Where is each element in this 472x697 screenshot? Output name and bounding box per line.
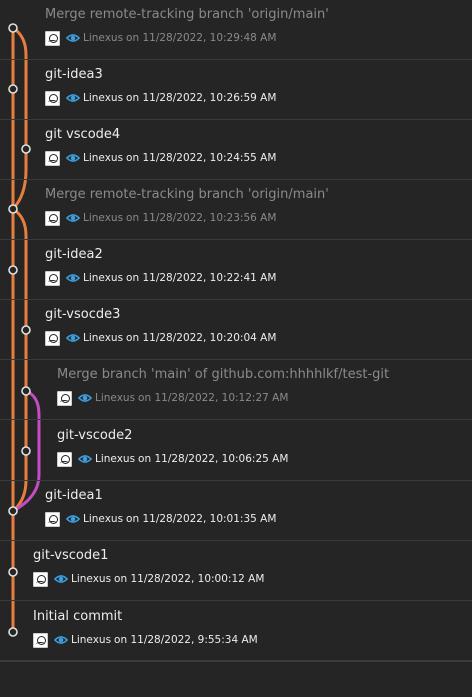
commit-date: on 11/28/2022, 10:24:55 AM: [126, 152, 277, 164]
eye-icon: [66, 34, 80, 42]
commit-row[interactable]: git-vsocde3 Linexus on 11/28/2022, 10:20:0…: [0, 300, 472, 360]
commit-row[interactable]: git-idea2 Linexus on 11/28/2022, 10:22:41 …: [0, 240, 472, 300]
commit-row[interactable]: git-vscode1 Linexus on 11/28/2022, 10:00:1…: [0, 541, 472, 601]
avatar: [45, 150, 60, 166]
commit-meta: Linexus on 11/28/2022, 10:29:48 AM: [45, 29, 276, 47]
commit-meta: Linexus on 11/28/2022, 9:55:34 AM: [33, 631, 258, 649]
commit-date: on 11/28/2022, 9:55:34 AM: [114, 634, 258, 646]
commit-author: Linexus: [83, 332, 124, 344]
commit-row[interactable]: Merge remote-tracking branch 'origin/mai…: [0, 180, 472, 240]
eye-icon: [78, 394, 92, 402]
eye-icon: [78, 455, 92, 463]
avatar: [45, 511, 60, 527]
commit-author: Linexus: [83, 32, 124, 44]
commit-message: git vscode4: [45, 127, 121, 142]
commit-meta: Linexus on 11/28/2022, 10:01:35 AM: [45, 510, 276, 528]
commit-author: Linexus: [83, 212, 124, 224]
commit-author: Linexus: [83, 272, 124, 284]
commit-author: Linexus: [95, 392, 136, 404]
commit-row[interactable]: git-idea1 Linexus on 11/28/2022, 10:01:35 …: [0, 481, 472, 541]
commit-message: Initial commit: [33, 609, 123, 624]
commit-row[interactable]: git vscode4 Linexus on 11/28/2022, 10:24:5…: [0, 120, 472, 180]
commit-author: Linexus: [83, 92, 124, 104]
avatar: [45, 270, 60, 286]
avatar: [45, 210, 60, 226]
commit-row[interactable]: Initial commit Linexus on 11/28/2022, 9:55…: [0, 602, 472, 662]
commit-message: git-vsocde3: [45, 307, 121, 322]
commit-author: Linexus: [71, 573, 112, 585]
eye-icon: [66, 214, 80, 222]
commit-message: git-vscode2: [57, 428, 133, 443]
commit-date: on 11/28/2022, 10:29:48 AM: [126, 32, 277, 44]
commit-date: on 11/28/2022, 10:20:04 AM: [126, 332, 277, 344]
eye-icon: [66, 515, 80, 523]
commit-author: Linexus: [83, 152, 124, 164]
commit-date: on 11/28/2022, 10:12:27 AM: [138, 392, 289, 404]
avatar: [33, 571, 48, 587]
commit-meta: Linexus on 11/28/2022, 10:20:04 AM: [45, 329, 276, 347]
commit-meta: Linexus on 11/28/2022, 10:00:12 AM: [33, 570, 264, 588]
commit-author: Linexus: [83, 513, 124, 525]
commit-row[interactable]: Merge branch 'main' of github.com:hhhhlk…: [0, 360, 472, 420]
avatar: [45, 90, 60, 106]
commit-message: Merge branch 'main' of github.com:hhhhlk…: [57, 367, 390, 382]
commit-date: on 11/28/2022, 10:00:12 AM: [114, 573, 265, 585]
eye-icon: [54, 575, 68, 583]
commit-message: git-idea3: [45, 67, 103, 82]
commit-meta: Linexus on 11/28/2022, 10:26:59 AM: [45, 89, 276, 107]
commit-row[interactable]: git-idea3 Linexus on 11/28/2022, 10:26:59 …: [0, 60, 472, 120]
commit-message: git-idea1: [45, 488, 103, 503]
avatar: [45, 30, 60, 46]
commit-author: Linexus: [95, 453, 136, 465]
commit-message: git-vscode1: [33, 548, 109, 563]
commit-meta: Linexus on 11/28/2022, 10:22:41 AM: [45, 269, 276, 287]
eye-icon: [66, 274, 80, 282]
commit-date: on 11/28/2022, 10:22:41 AM: [126, 272, 277, 284]
eye-icon: [66, 334, 80, 342]
commit-message: Merge remote-tracking branch 'origin/mai…: [45, 7, 329, 22]
commit-row[interactable]: Merge remote-tracking branch 'origin/mai…: [0, 0, 472, 60]
commit-message: Merge remote-tracking branch 'origin/mai…: [45, 187, 329, 202]
commit-meta: Linexus on 11/28/2022, 10:12:27 AM: [57, 389, 288, 407]
commit-date: on 11/28/2022, 10:06:25 AM: [138, 453, 289, 465]
eye-icon: [54, 636, 68, 644]
commit-meta: Linexus on 11/28/2022, 10:24:55 AM: [45, 149, 276, 167]
avatar: [33, 632, 48, 648]
eye-icon: [66, 154, 80, 162]
commit-row[interactable]: git-vscode2 Linexus on 11/28/2022, 10:06:2…: [0, 421, 472, 481]
commit-date: on 11/28/2022, 10:01:35 AM: [126, 513, 277, 525]
commit-author: Linexus: [71, 634, 112, 646]
list-bottom-divider: [0, 660, 472, 661]
commit-meta: Linexus on 11/28/2022, 10:23:56 AM: [45, 209, 276, 227]
avatar: [57, 451, 72, 467]
commit-message: git-idea2: [45, 247, 103, 262]
eye-icon: [66, 94, 80, 102]
commit-date: on 11/28/2022, 10:23:56 AM: [126, 212, 277, 224]
avatar: [57, 390, 72, 406]
commit-meta: Linexus on 11/28/2022, 10:06:25 AM: [57, 450, 288, 468]
avatar: [45, 330, 60, 346]
commit-date: on 11/28/2022, 10:26:59 AM: [126, 92, 277, 104]
